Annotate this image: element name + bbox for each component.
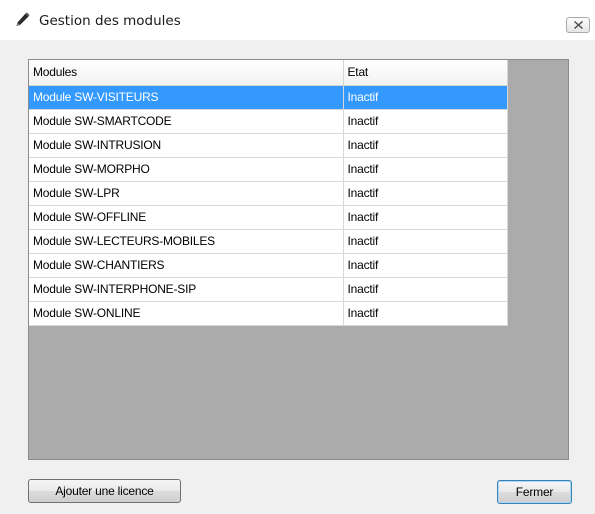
module-status-cell[interactable]: Inactif xyxy=(343,85,508,110)
module-name-cell[interactable]: Module SW-VISITEURS xyxy=(29,85,344,110)
module-management-dialog: Gestion des modules Modules Etat Module … xyxy=(0,0,595,514)
title-bar: Gestion des modules xyxy=(0,0,595,40)
table-row[interactable]: Module SW-INTERPHONE-SIP Inactif xyxy=(29,277,508,302)
pencil-icon xyxy=(14,12,30,28)
column-header-modules[interactable]: Modules xyxy=(29,60,344,86)
module-status-cell[interactable]: Inactif xyxy=(343,157,508,182)
grid-header-row: Modules Etat xyxy=(29,60,508,86)
table-row[interactable]: Module SW-ONLINE Inactif xyxy=(29,301,508,326)
module-name-cell[interactable]: Module SW-ONLINE xyxy=(29,301,344,326)
modules-grid[interactable]: Modules Etat Module SW-VISITEURS Inactif M… xyxy=(28,59,569,460)
window-title: Gestion des modules xyxy=(39,13,181,29)
table-row[interactable]: Module SW-LECTEURS-MOBILES Inactif xyxy=(29,229,508,254)
close-icon xyxy=(574,21,583,29)
module-status-cell[interactable]: Inactif xyxy=(343,133,508,158)
table-row[interactable]: Module SW-CHANTIERS Inactif xyxy=(29,253,508,278)
module-status-cell[interactable]: Inactif xyxy=(343,253,508,278)
module-name-cell[interactable]: Module SW-MORPHO xyxy=(29,157,344,182)
table-row[interactable]: Module SW-OFFLINE Inactif xyxy=(29,205,508,230)
table-row[interactable]: Module SW-VISITEURS Inactif xyxy=(29,85,508,110)
module-status-cell[interactable]: Inactif xyxy=(343,181,508,206)
module-name-cell[interactable]: Module SW-INTERPHONE-SIP xyxy=(29,277,344,302)
module-status-cell[interactable]: Inactif xyxy=(343,277,508,302)
module-name-cell[interactable]: Module SW-CHANTIERS xyxy=(29,253,344,278)
module-status-cell[interactable]: Inactif xyxy=(343,205,508,230)
close-button[interactable]: Fermer xyxy=(497,480,572,504)
table-row[interactable]: Module SW-MORPHO Inactif xyxy=(29,157,508,182)
modules-table: Modules Etat Module SW-VISITEURS Inactif M… xyxy=(29,60,508,326)
module-status-cell[interactable]: Inactif xyxy=(343,229,508,254)
module-name-cell[interactable]: Module SW-SMARTCODE xyxy=(29,109,344,134)
module-name-cell[interactable]: Module SW-LPR xyxy=(29,181,344,206)
table-row[interactable]: Module SW-SMARTCODE Inactif xyxy=(29,109,508,134)
add-license-button[interactable]: Ajouter une licence xyxy=(28,479,181,503)
module-name-cell[interactable]: Module SW-OFFLINE xyxy=(29,205,344,230)
close-window-button[interactable] xyxy=(566,17,590,33)
module-name-cell[interactable]: Module SW-INTRUSION xyxy=(29,133,344,158)
table-row[interactable]: Module SW-LPR Inactif xyxy=(29,181,508,206)
table-row[interactable]: Module SW-INTRUSION Inactif xyxy=(29,133,508,158)
module-status-cell[interactable]: Inactif xyxy=(343,109,508,134)
column-header-etat[interactable]: Etat xyxy=(343,60,508,86)
module-status-cell[interactable]: Inactif xyxy=(343,301,508,326)
module-name-cell[interactable]: Module SW-LECTEURS-MOBILES xyxy=(29,229,344,254)
